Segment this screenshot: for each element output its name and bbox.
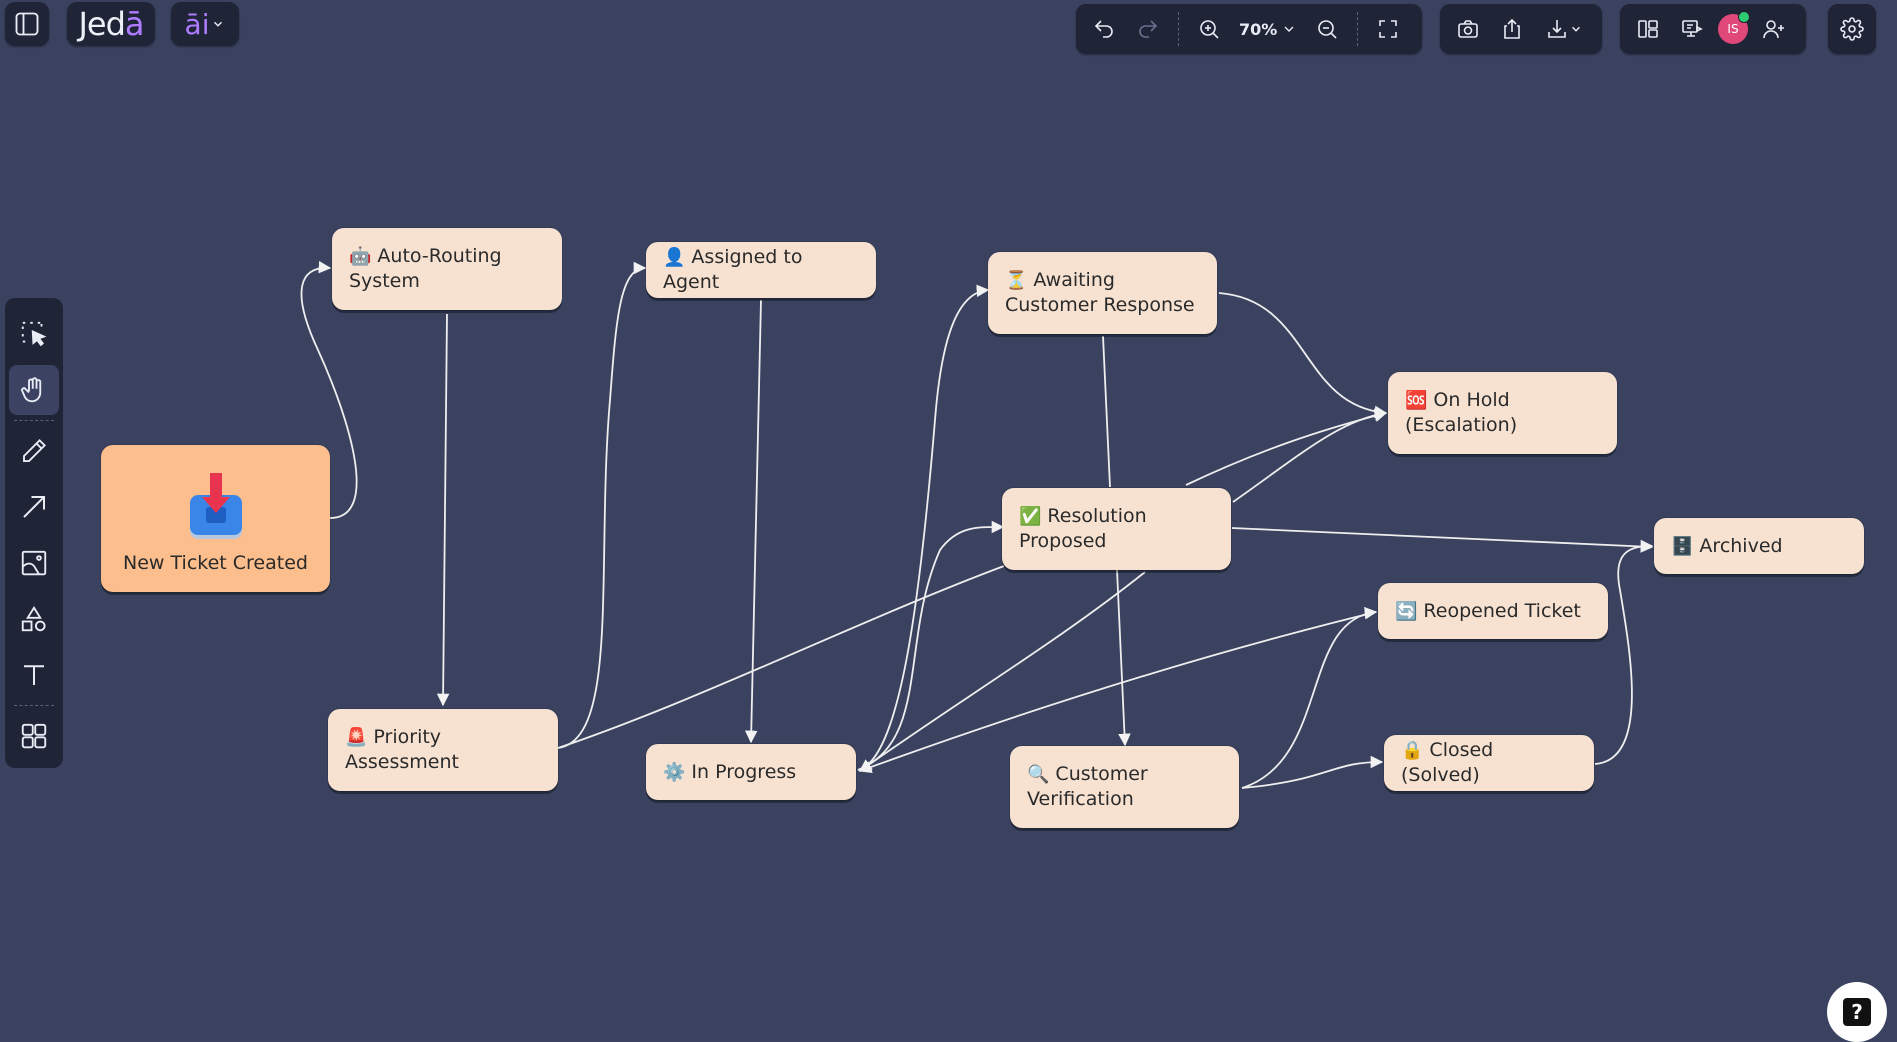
edge-priority-to-assigned	[557, 261, 647, 749]
edge-resolution-to-onhold-1	[1185, 409, 1388, 486]
edge-priority-to-resolution	[557, 565, 1005, 749]
lock-icon: 🔒	[1401, 740, 1424, 761]
node-assigned-to-agent[interactable]: 👤 Assigned to Agent	[646, 242, 876, 298]
hourglass-icon: ⏳	[1005, 270, 1028, 291]
edge-awaiting-to-onhold	[1218, 292, 1388, 419]
inbox-icon	[186, 473, 246, 543]
edge-routing-to-priority	[436, 313, 450, 707]
edge-verification-to-reopened	[1241, 606, 1378, 789]
edge-resolution-to-onhold-2	[1232, 408, 1388, 503]
edge-closed-to-archived	[1594, 539, 1654, 765]
node-awaiting-response[interactable]: ⏳ Awaiting Customer Response	[988, 252, 1217, 334]
node-label: Awaiting Customer Response	[1005, 269, 1195, 316]
node-in-progress[interactable]: ⚙️ In Progress	[646, 744, 856, 800]
node-auto-routing[interactable]: 🤖 Auto-Routing System	[332, 228, 562, 310]
node-label: In Progress	[691, 760, 797, 783]
edge-assigned-to-inprogress	[744, 299, 762, 744]
edge-inprogress-to-resolution	[857, 520, 1005, 771]
siren-icon: 🚨	[345, 727, 368, 748]
help-icon: ?	[1843, 998, 1871, 1026]
node-label: Archived	[1699, 534, 1783, 557]
node-on-hold[interactable]: 🆘 On Hold (Escalation)	[1388, 372, 1617, 454]
person-icon: 👤	[663, 247, 686, 268]
node-label: New Ticket Created	[123, 552, 308, 574]
edge-awaiting-to-resolution	[1102, 335, 1111, 488]
cabinet-icon: 🗄️	[1671, 535, 1694, 557]
node-archived[interactable]: 🗄️ Archived	[1654, 518, 1864, 574]
magnifier-icon: 🔍	[1027, 764, 1050, 785]
node-reopened[interactable]: 🔄 Reopened Ticket	[1378, 583, 1608, 639]
node-label: Auto-Routing System	[349, 245, 502, 292]
node-new-ticket[interactable]: New Ticket Created	[101, 445, 330, 592]
check-icon: ✅	[1019, 506, 1042, 527]
refresh-icon: 🔄	[1395, 600, 1418, 622]
edge-resolution-to-archived	[1231, 527, 1654, 553]
node-customer-verification[interactable]: 🔍 Customer Verification	[1010, 746, 1239, 828]
robot-icon: 🤖	[349, 246, 372, 267]
node-label: Reopened Ticket	[1423, 599, 1581, 622]
gear-icon: ⚙️	[663, 761, 686, 783]
node-resolution-proposed[interactable]: ✅ Resolution Proposed	[1002, 488, 1231, 570]
sos-icon: 🆘	[1405, 390, 1428, 411]
node-priority-assessment[interactable]: 🚨 Priority Assessment	[328, 709, 558, 791]
edge-resolution-to-inprogress	[858, 571, 1146, 772]
edge-resolution-to-verification	[1116, 569, 1131, 747]
node-closed[interactable]: 🔒 Closed (Solved)	[1384, 735, 1594, 791]
help-button[interactable]: ?	[1827, 982, 1887, 1042]
edge-verification-to-closed	[1241, 755, 1384, 789]
